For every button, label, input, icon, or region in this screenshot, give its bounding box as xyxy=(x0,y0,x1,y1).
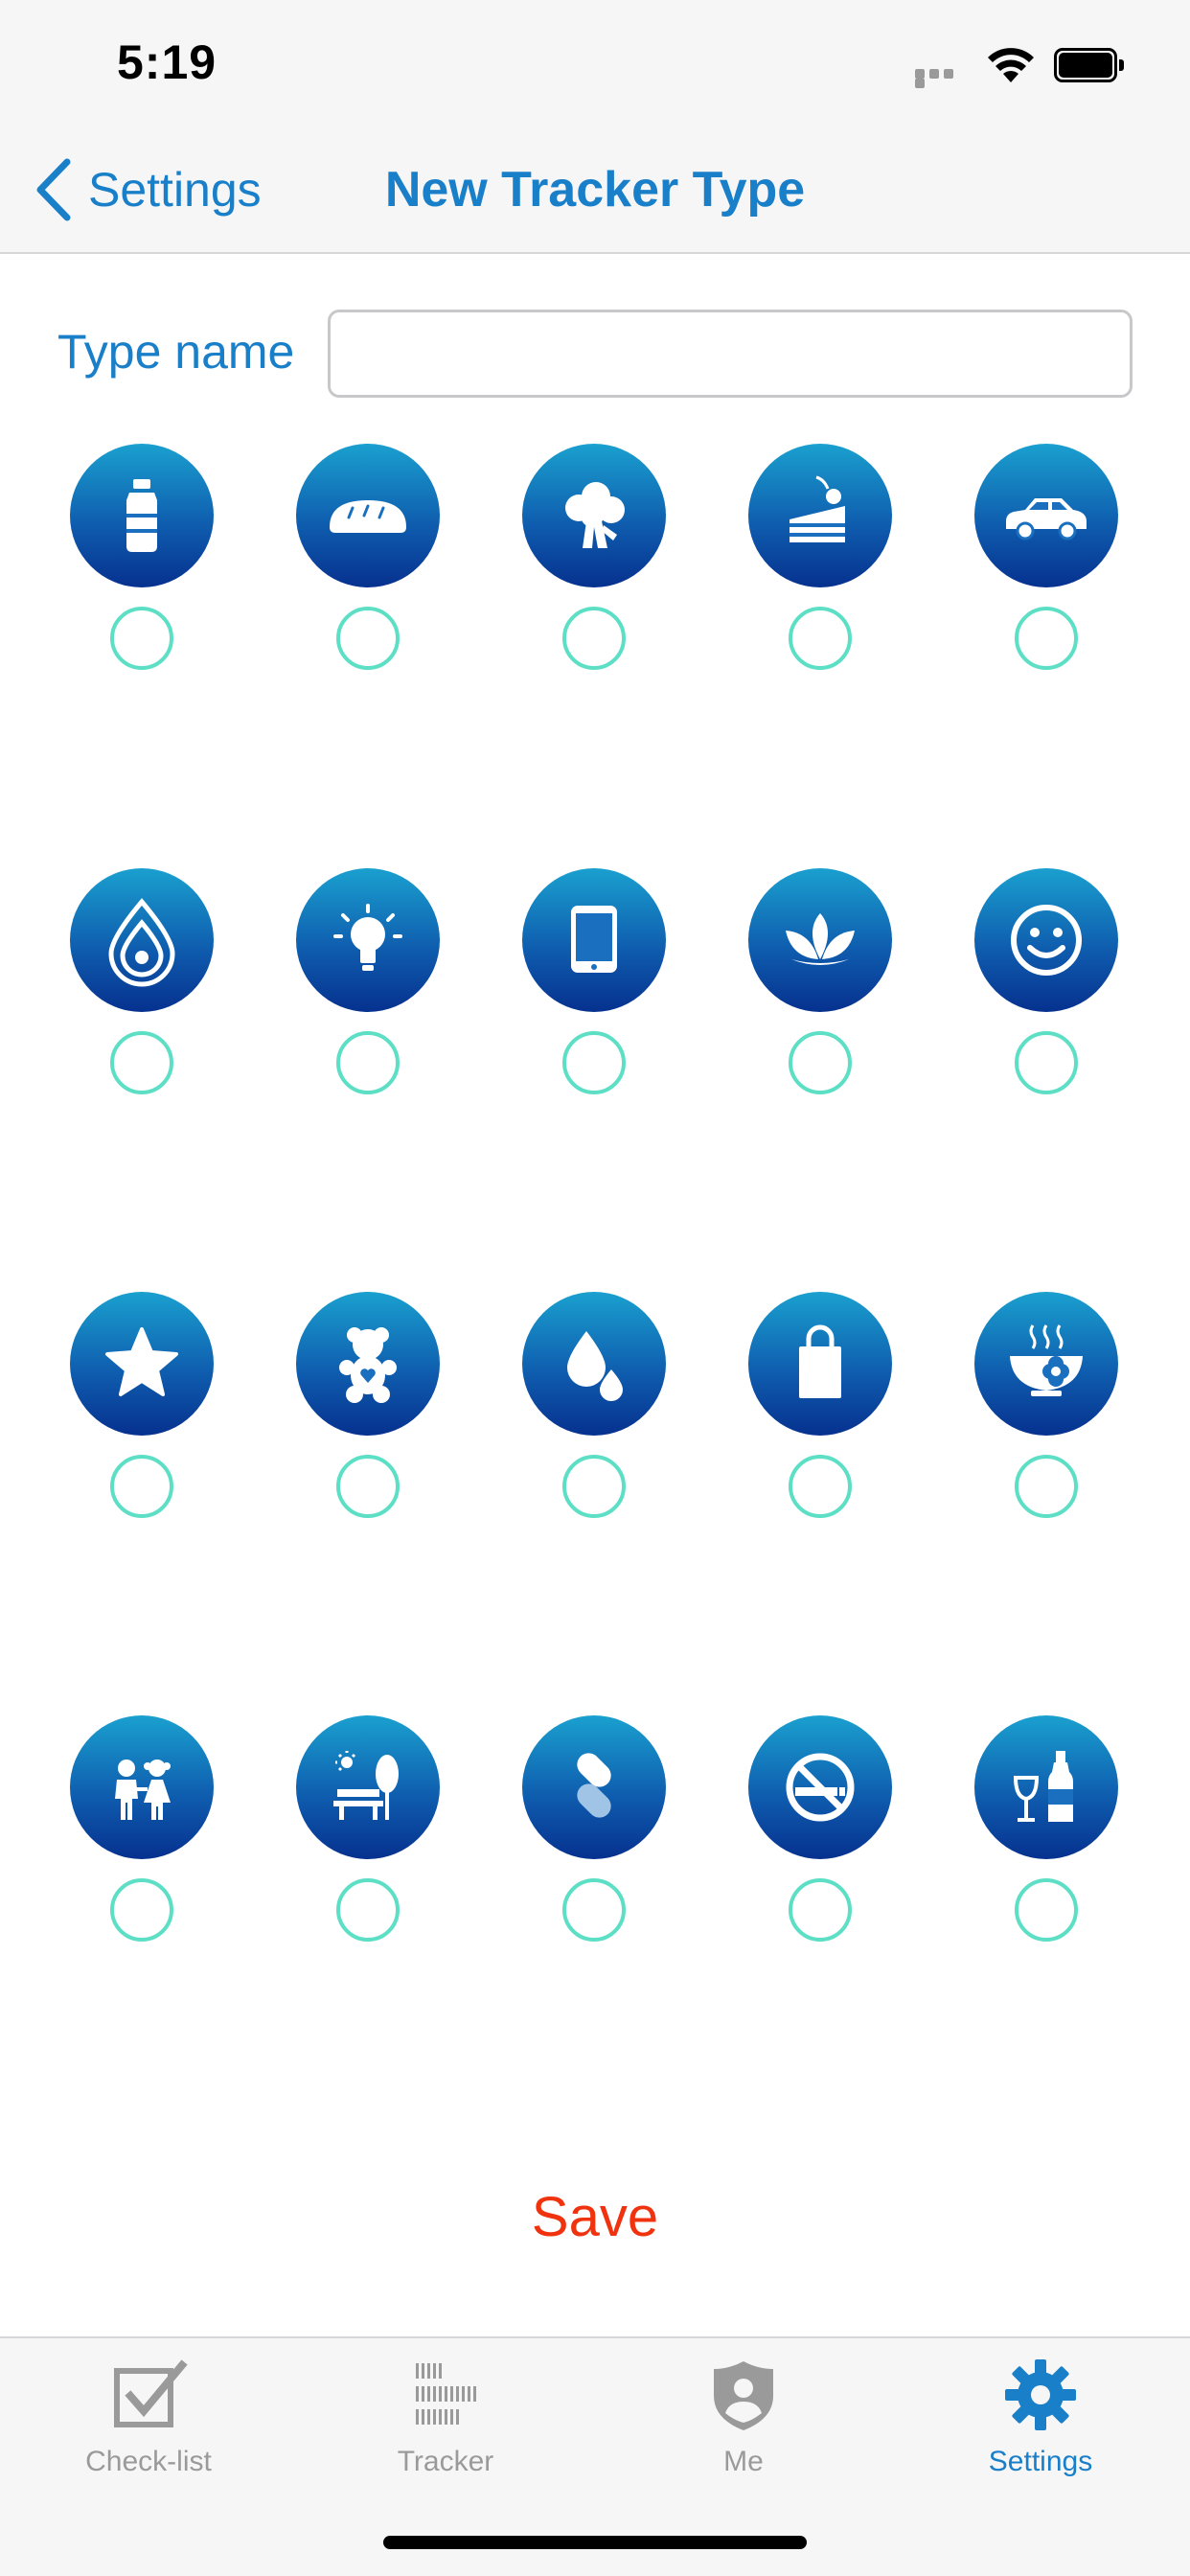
type-name-input[interactable] xyxy=(328,310,1133,398)
icon-option xyxy=(66,868,219,1098)
icon-option xyxy=(744,1292,898,1522)
icon-option xyxy=(744,868,898,1098)
icon-select-radio[interactable] xyxy=(336,1031,400,1094)
icon-option xyxy=(518,1292,672,1522)
save-button[interactable]: Save xyxy=(0,2185,1190,2249)
icon-option xyxy=(518,868,672,1098)
signal-icon xyxy=(915,69,971,88)
water-bottle-icon[interactable] xyxy=(70,444,214,587)
tab-label: Settings xyxy=(988,2446,1093,2477)
icon-option xyxy=(292,1292,446,1522)
tab-settings[interactable]: Settings xyxy=(921,2356,1160,2499)
icon-select-radio[interactable] xyxy=(1015,1878,1078,1942)
lotus-icon[interactable] xyxy=(748,868,892,1012)
icon-select-radio[interactable] xyxy=(562,1455,626,1518)
icon-select-radio[interactable] xyxy=(1015,1031,1078,1094)
smiley-icon[interactable] xyxy=(974,868,1118,1012)
tab-check-list[interactable]: Check-list xyxy=(29,2356,268,2499)
icon-option xyxy=(66,444,219,674)
icon-select-radio[interactable] xyxy=(110,1031,173,1094)
icon-select-radio[interactable] xyxy=(1015,1455,1078,1518)
tab-me[interactable]: Me xyxy=(624,2356,863,2499)
gear-icon xyxy=(1005,2359,1076,2430)
icon-select-radio[interactable] xyxy=(562,1878,626,1942)
cake-icon[interactable] xyxy=(748,444,892,587)
icon-select-radio[interactable] xyxy=(336,1878,400,1942)
icon-select-radio[interactable] xyxy=(336,1455,400,1518)
icon-select-radio[interactable] xyxy=(562,607,626,670)
teddy-bear-icon[interactable] xyxy=(296,1292,440,1436)
icon-row xyxy=(0,868,1190,1098)
tab-label: Check-list xyxy=(85,2446,212,2477)
icon-row xyxy=(0,1292,1190,1522)
home-indicator xyxy=(383,2536,807,2549)
wine-bottle-glass-icon[interactable] xyxy=(974,1715,1118,1859)
icon-select-radio[interactable] xyxy=(1015,607,1078,670)
icon-option xyxy=(971,868,1124,1098)
page-title: New Tracker Type xyxy=(384,162,806,218)
bread-icon[interactable] xyxy=(296,444,440,587)
icon-option xyxy=(971,1292,1124,1522)
icon-option xyxy=(744,444,898,674)
icon-option xyxy=(518,1715,672,1945)
star-icon[interactable] xyxy=(70,1292,214,1436)
icon-select-radio[interactable] xyxy=(789,1878,852,1942)
icon-option xyxy=(744,1715,898,1945)
icon-option xyxy=(66,1292,219,1522)
icon-option xyxy=(971,1715,1124,1945)
type-name-label: Type name xyxy=(57,325,295,379)
icon-option xyxy=(66,1715,219,1945)
water-drop-ripple-icon[interactable] xyxy=(70,868,214,1012)
park-bench-icon[interactable] xyxy=(296,1715,440,1859)
broccoli-icon[interactable] xyxy=(522,444,666,587)
icon-option xyxy=(971,444,1124,674)
icon-select-radio[interactable] xyxy=(110,1878,173,1942)
icon-option xyxy=(292,868,446,1098)
shopping-bag-icon[interactable] xyxy=(748,1292,892,1436)
checkbox-icon xyxy=(114,2359,188,2427)
car-icon[interactable] xyxy=(974,444,1118,587)
tablet-icon[interactable] xyxy=(522,868,666,1012)
shield-user-icon xyxy=(714,2361,773,2430)
icon-select-radio[interactable] xyxy=(562,1031,626,1094)
icon-option xyxy=(518,444,672,674)
navigation-header: 5:19 Settings New Tracker Type xyxy=(0,0,1190,254)
icon-select-radio[interactable] xyxy=(336,607,400,670)
pill-capsule-icon[interactable] xyxy=(522,1715,666,1859)
barcode-icon xyxy=(416,2363,476,2425)
children-icon[interactable] xyxy=(70,1715,214,1859)
wifi-icon xyxy=(988,48,1034,82)
icon-option xyxy=(292,444,446,674)
icon-select-radio[interactable] xyxy=(110,607,173,670)
hot-food-bowl-icon[interactable] xyxy=(974,1292,1118,1436)
icon-row xyxy=(0,1715,1190,1945)
tab-tracker[interactable]: Tracker xyxy=(326,2356,565,2499)
battery-icon xyxy=(1054,48,1125,82)
icon-select-radio[interactable] xyxy=(789,1455,852,1518)
icon-select-radio[interactable] xyxy=(789,1031,852,1094)
lightbulb-icon[interactable] xyxy=(296,868,440,1012)
tab-label: Tracker xyxy=(397,2446,494,2477)
tab-label: Me xyxy=(723,2446,764,2477)
icon-select-radio[interactable] xyxy=(110,1455,173,1518)
icon-select-radio[interactable] xyxy=(789,607,852,670)
status-time: 5:19 xyxy=(117,35,217,89)
icon-option xyxy=(292,1715,446,1945)
no-smoking-icon[interactable] xyxy=(748,1715,892,1859)
drops-icon[interactable] xyxy=(522,1292,666,1436)
icon-row xyxy=(0,444,1190,674)
